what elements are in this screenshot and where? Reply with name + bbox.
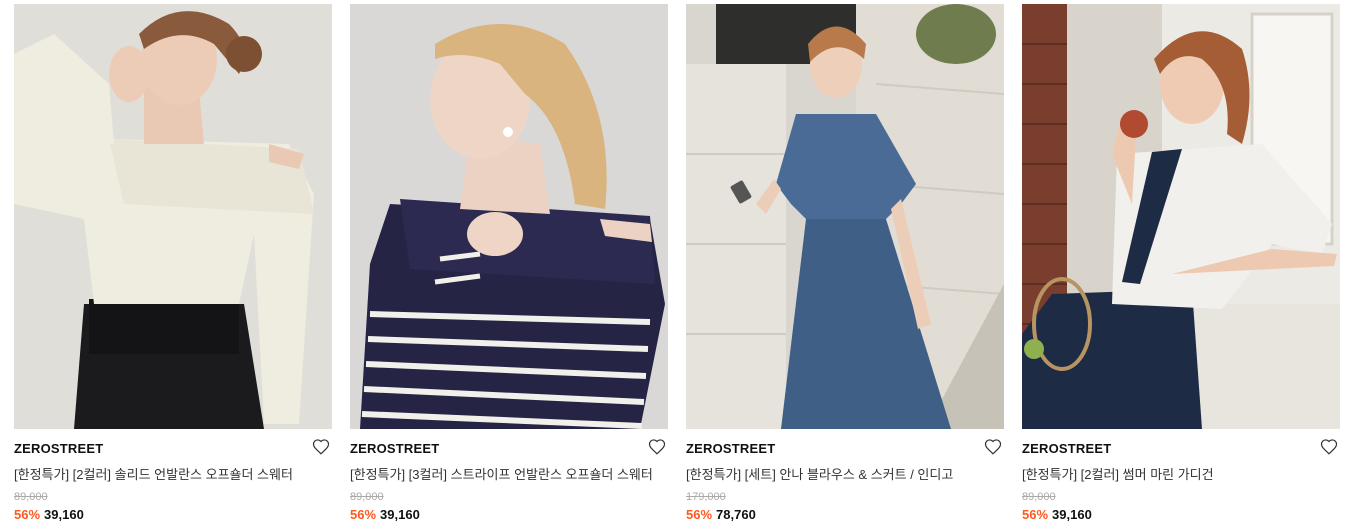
- product-meta: ZEROSTREET [한정특가] [2컬러] 솔리드 언발란스 오프숄더 스웨…: [14, 429, 332, 525]
- product-card[interactable]: ZEROSTREET [한정특가] [2컬러] 썸머 마린 가디건 89,000…: [1022, 4, 1340, 525]
- product-title[interactable]: [한정특가] [세트] 안나 블라우스 & 스커트 / 인디고: [686, 464, 953, 483]
- heart-icon[interactable]: [312, 438, 330, 456]
- product-card[interactable]: ZEROSTREET [한정특가] [2컬러] 솔리드 언발란스 오프숄더 스웨…: [14, 4, 332, 525]
- sale-price: 39,160: [44, 507, 84, 522]
- brand-name[interactable]: ZEROSTREET: [14, 441, 103, 456]
- discount-rate: 56%: [686, 507, 713, 522]
- original-price: 89,000: [350, 491, 384, 503]
- price-line: 56% 39,160: [14, 507, 84, 522]
- product-grid: ZEROSTREET [한정특가] [2컬러] 솔리드 언발란스 오프숄더 스웨…: [0, 0, 1345, 529]
- product-card[interactable]: ZEROSTREET [한정특가] [세트] 안나 블라우스 & 스커트 / 인…: [686, 4, 1004, 525]
- product-title[interactable]: [한정특가] [2컬러] 썸머 마린 가디건: [1022, 464, 1214, 483]
- product-image[interactable]: [1022, 4, 1340, 429]
- original-price: 89,000: [14, 491, 48, 503]
- heart-icon[interactable]: [1320, 438, 1338, 456]
- original-price: 89,000: [1022, 491, 1056, 503]
- heart-icon[interactable]: [984, 438, 1002, 456]
- sale-price: 78,760: [716, 507, 756, 522]
- discount-rate: 56%: [14, 507, 41, 522]
- product-title[interactable]: [한정특가] [2컬러] 솔리드 언발란스 오프숄더 스웨터: [14, 464, 293, 483]
- product-meta: ZEROSTREET [한정특가] [세트] 안나 블라우스 & 스커트 / 인…: [686, 429, 1004, 525]
- product-meta: ZEROSTREET [한정특가] [2컬러] 썸머 마린 가디건 89,000…: [1022, 429, 1340, 525]
- product-image[interactable]: [686, 4, 1004, 429]
- discount-rate: 56%: [350, 507, 377, 522]
- product-image[interactable]: [350, 4, 668, 429]
- heart-icon[interactable]: [648, 438, 666, 456]
- product-image[interactable]: [14, 4, 332, 429]
- product-meta: ZEROSTREET [한정특가] [3컬러] 스트라이프 언발란스 오프숄더 …: [350, 429, 668, 525]
- price-line: 56% 39,160: [1022, 507, 1092, 522]
- brand-name[interactable]: ZEROSTREET: [350, 441, 439, 456]
- sale-price: 39,160: [1052, 507, 1092, 522]
- brand-name[interactable]: ZEROSTREET: [686, 441, 775, 456]
- original-price: 179,000: [686, 491, 726, 503]
- sale-price: 39,160: [380, 507, 420, 522]
- product-title[interactable]: [한정특가] [3컬러] 스트라이프 언발란스 오프숄더 스웨터: [350, 464, 653, 483]
- price-line: 56% 78,760: [686, 507, 756, 522]
- brand-name[interactable]: ZEROSTREET: [1022, 441, 1111, 456]
- discount-rate: 56%: [1022, 507, 1049, 522]
- product-card[interactable]: ZEROSTREET [한정특가] [3컬러] 스트라이프 언발란스 오프숄더 …: [350, 4, 668, 525]
- price-line: 56% 39,160: [350, 507, 420, 522]
